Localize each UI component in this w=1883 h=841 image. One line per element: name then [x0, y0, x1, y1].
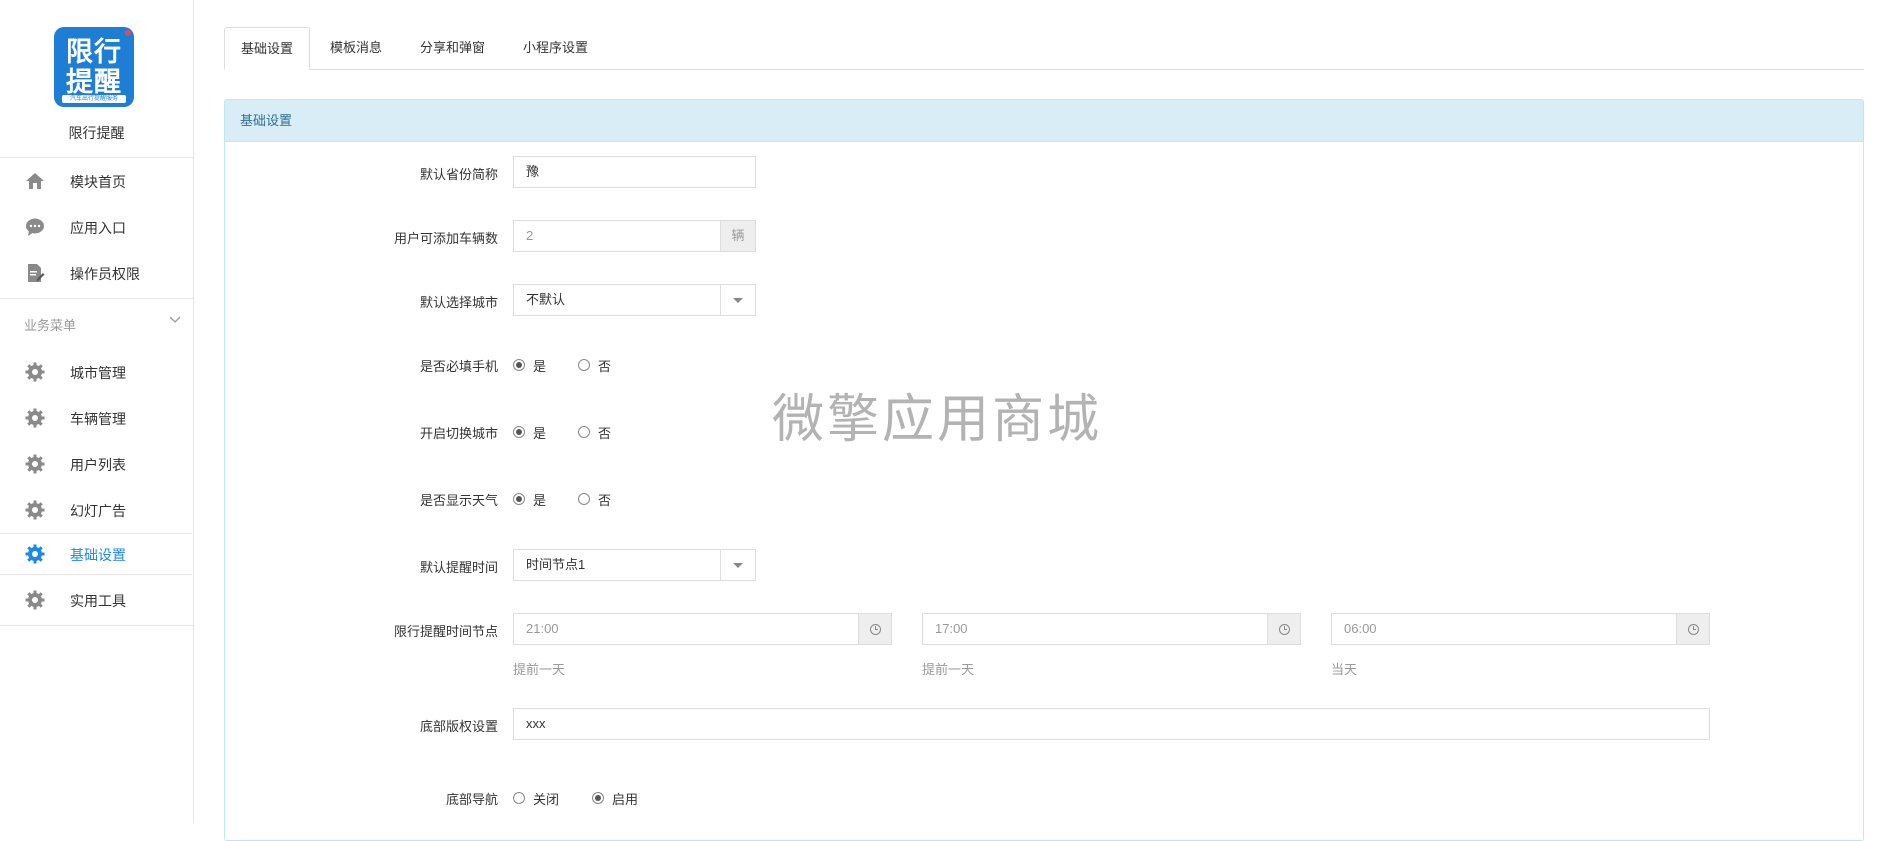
- gear-icon: [25, 544, 45, 564]
- bottom-nav-label: 底部导航: [445, 792, 498, 807]
- sidebar-item-operator[interactable]: 操作员权限: [0, 253, 192, 293]
- panel-title: 基础设置: [225, 100, 1863, 142]
- time-node-3-addon[interactable]: [1676, 613, 1710, 645]
- switch-city-yes-radio[interactable]: [513, 426, 525, 438]
- select-divider: [720, 284, 721, 316]
- sidebar-item-home[interactable]: 模块首页: [0, 161, 192, 201]
- time-node-3-input[interactable]: 06:00: [1331, 613, 1677, 645]
- sidebar: 限行 提醒 汽车出行提醒服务 限行提醒 模块首页 应用入口 操作员权限 业务菜单…: [0, 0, 194, 823]
- time-node-1-addon[interactable]: [858, 613, 892, 645]
- gear-icon: [25, 408, 45, 428]
- group-title: 业务菜单: [24, 318, 77, 333]
- vehicle-unit-addon: 辆: [720, 220, 756, 252]
- edit-doc-icon: [28, 264, 45, 282]
- divider: [0, 298, 193, 299]
- chevron-down-icon[interactable]: [168, 313, 182, 327]
- radio-label-off: 关闭: [533, 792, 560, 807]
- weather-label: 是否显示天气: [419, 493, 498, 508]
- radio-label-yes: 是: [533, 493, 547, 508]
- logo-tagline: 汽车出行提醒服务: [62, 95, 126, 103]
- radio-label-no: 否: [598, 426, 612, 441]
- home-icon: [26, 173, 44, 189]
- radio-label-on: 启用: [612, 792, 639, 807]
- gear-icon: [25, 362, 45, 382]
- weather-no-radio[interactable]: [578, 493, 590, 505]
- remind-time-label: 默认提醒时间: [419, 560, 498, 575]
- phone-required-label: 是否必填手机: [419, 359, 498, 374]
- city-label: 默认选择城市: [419, 295, 498, 310]
- sidebar-item-vehicle[interactable]: 车辆管理: [0, 398, 192, 438]
- sidebar-item-tools[interactable]: 实用工具: [0, 580, 192, 620]
- tab-miniprogram-settings[interactable]: 小程序设置: [507, 27, 604, 68]
- province-label: 默认省份简称: [419, 167, 498, 182]
- switch-city-no-radio[interactable]: [578, 426, 590, 438]
- bottom-nav-on-radio[interactable]: [592, 792, 604, 804]
- tab-basic-settings[interactable]: 基础设置: [224, 27, 311, 70]
- vehicles-label: 用户可添加车辆数: [393, 231, 498, 246]
- radio-label-no: 否: [598, 493, 612, 508]
- tab-bar: 基础设置 模板消息 分享和弹窗 小程序设置: [224, 27, 1864, 70]
- divider: [0, 625, 193, 626]
- city-select-value: 不默认: [526, 292, 566, 307]
- province-input[interactable]: 豫: [513, 156, 756, 188]
- chat-icon: [26, 218, 44, 236]
- clock-icon: [1688, 624, 1699, 635]
- logo-dot: [125, 30, 131, 36]
- time-node-3-hint: 当天: [1331, 662, 1358, 677]
- time-node-2-input[interactable]: 17:00: [922, 613, 1268, 645]
- sidebar-item-city[interactable]: 城市管理: [0, 352, 192, 392]
- radio-label-yes: 是: [533, 359, 547, 374]
- time-node-2-addon[interactable]: [1267, 613, 1301, 645]
- chevron-down-icon[interactable]: [733, 563, 743, 568]
- time-node-2-hint: 提前一天: [922, 662, 975, 677]
- chevron-down-icon[interactable]: [733, 298, 743, 303]
- divider: [0, 157, 193, 158]
- vehicle-count-input[interactable]: 2: [513, 220, 721, 252]
- tab-share-popup[interactable]: 分享和弹窗: [404, 27, 501, 68]
- phone-required-yes-radio[interactable]: [513, 359, 525, 371]
- copyright-label: 底部版权设置: [419, 719, 498, 734]
- tab-template-message[interactable]: 模板消息: [314, 27, 398, 68]
- sidebar-item-entry[interactable]: 应用入口: [0, 207, 192, 247]
- app-logo: 限行 提醒 汽车出行提醒服务: [54, 27, 134, 107]
- weather-yes-radio[interactable]: [513, 493, 525, 505]
- gear-icon: [25, 590, 45, 610]
- copyright-input[interactable]: xxx: [513, 708, 1710, 740]
- radio-label-no: 否: [598, 359, 612, 374]
- time-node-1-input[interactable]: 21:00: [513, 613, 859, 645]
- gear-icon: [25, 454, 45, 474]
- gear-icon: [25, 500, 45, 520]
- remind-time-value: 时间节点1: [526, 557, 586, 572]
- switch-city-label: 开启切换城市: [419, 426, 498, 441]
- select-divider: [720, 549, 721, 581]
- clock-icon: [1279, 624, 1290, 635]
- sidebar-item-slides[interactable]: 幻灯广告: [0, 490, 192, 530]
- sidebar-item-users[interactable]: 用户列表: [0, 444, 192, 484]
- time-nodes-label: 限行提醒时间节点: [393, 624, 498, 639]
- phone-required-no-radio[interactable]: [578, 359, 590, 371]
- time-node-1-hint: 提前一天: [513, 662, 566, 677]
- sidebar-item-settings[interactable]: 基础设置: [0, 533, 192, 575]
- radio-label-yes: 是: [533, 426, 547, 441]
- bottom-nav-off-radio[interactable]: [513, 792, 525, 804]
- clock-icon: [870, 624, 881, 635]
- watermark: 微擎应用商城: [772, 390, 1103, 450]
- app-name: 限行提醒: [68, 125, 125, 141]
